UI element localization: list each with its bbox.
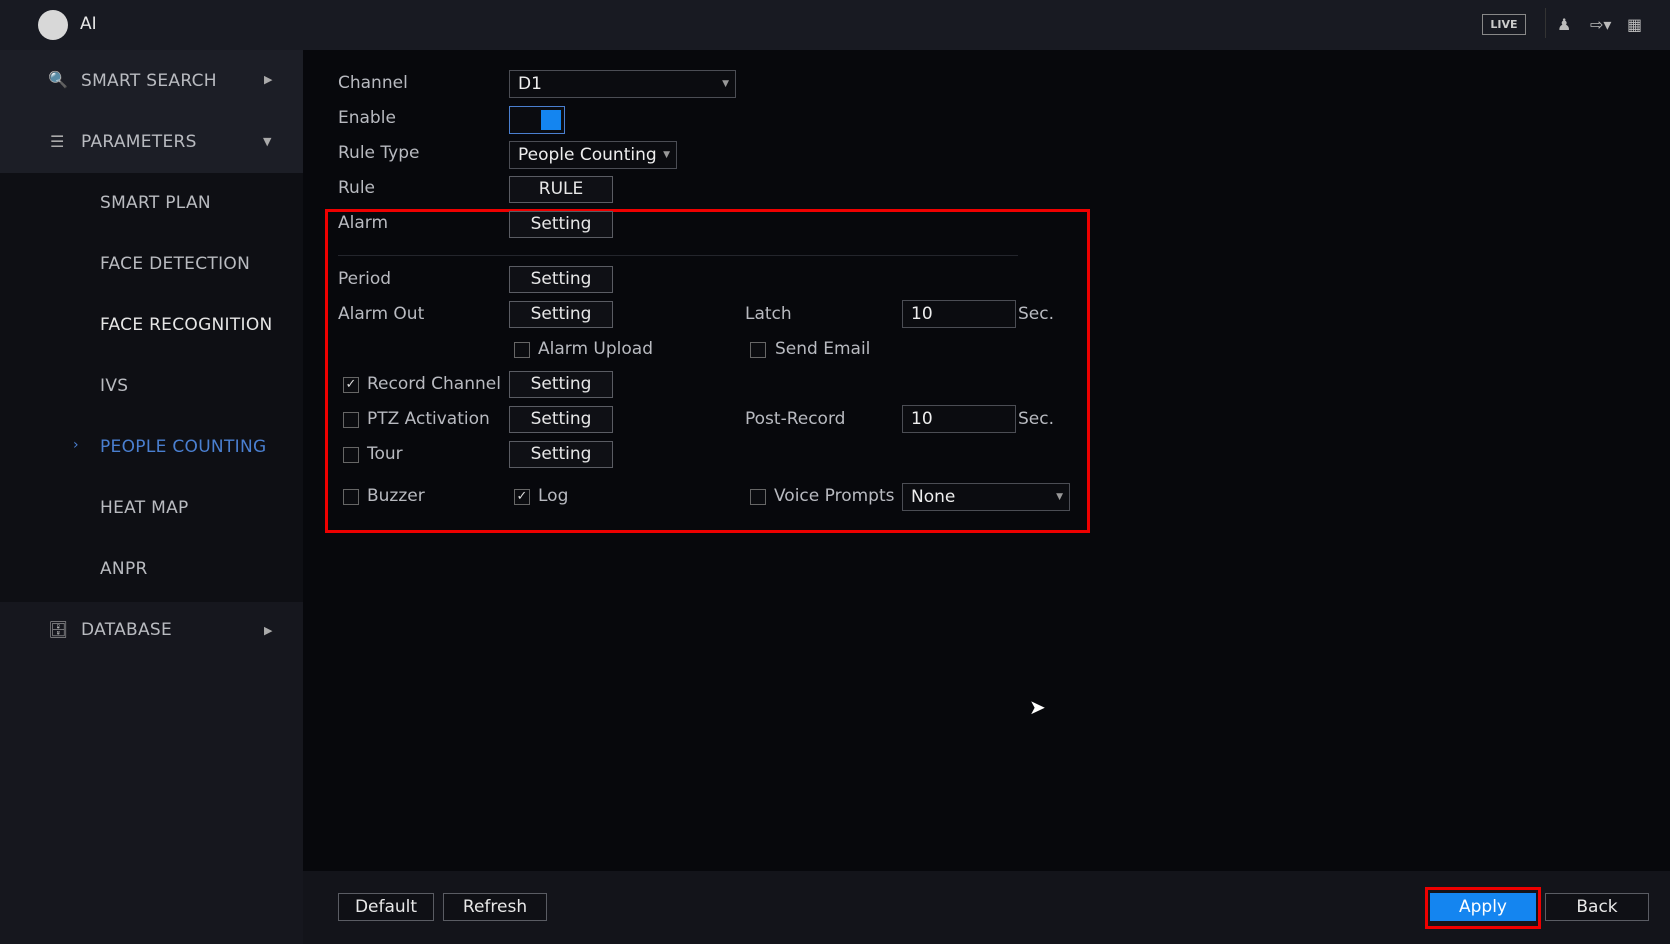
alarm-setting-button[interactable]: Setting [509,211,613,238]
sidebar-item-database[interactable]: DATABASE [81,620,172,640]
period-setting-button[interactable]: Setting [509,266,613,293]
sidebar-item-smart-plan[interactable]: SMART PLAN [100,193,211,213]
alarm-out-setting-button[interactable]: Setting [509,301,613,328]
record-channel-checkbox[interactable]: ✓ [343,377,359,393]
period-label: Period [338,269,392,289]
buzzer-label: Buzzer [367,486,425,506]
live-button[interactable]: LIVE [1482,14,1526,35]
channel-label: Channel [338,73,408,93]
sidebar-item-smart-search[interactable]: SMART SEARCH [81,71,217,91]
tour-setting-button[interactable]: Setting [509,441,613,468]
sidebar-item-people-counting[interactable]: PEOPLE COUNTING [100,437,266,457]
sidebar-item-ivs[interactable]: IVS [100,376,128,396]
tour-checkbox[interactable] [343,447,359,463]
chevron-down-icon[interactable]: ▼ [263,135,271,148]
mouse-cursor-icon: ➤ [1029,695,1046,719]
voice-prompts-label: Voice Prompts [774,486,895,506]
rule-button[interactable]: RULE [509,176,613,203]
voice-prompts-select[interactable]: None ▼ [902,483,1070,511]
enable-toggle[interactable] [509,106,565,134]
logout-icon[interactable]: ⇨▾ [1590,15,1611,34]
grid-icon[interactable]: ▦ [1627,15,1642,34]
database-icon: 🗄 [48,620,69,639]
post-record-unit: Sec. [1018,409,1055,429]
apply-button[interactable]: Apply [1430,893,1536,921]
latch-label: Latch [745,304,792,324]
buzzer-checkbox[interactable] [343,489,359,505]
sidebar-item-heat-map[interactable]: HEAT MAP [100,498,189,518]
alarm-upload-checkbox[interactable] [514,342,530,358]
toggle-knob [541,110,561,130]
ptz-activation-checkbox[interactable] [343,412,359,428]
voice-prompts-value: None [911,487,956,507]
enable-label: Enable [338,108,396,128]
sidebar-item-anpr[interactable]: ANPR [100,559,148,579]
post-record-input[interactable]: 10 [902,405,1016,433]
default-button[interactable]: Default [338,893,434,921]
alarm-label: Alarm [338,213,389,233]
chevron-right-icon[interactable]: ▶ [264,73,272,86]
alarm-out-label: Alarm Out [338,304,425,324]
send-email-label: Send Email [775,339,871,359]
top-bar [0,0,1670,50]
app-title: AI [80,14,97,34]
latch-unit: Sec. [1018,304,1055,324]
channel-value: D1 [518,74,542,94]
rule-type-select[interactable]: People Counting ▼ [509,141,677,169]
sidebar-item-face-detection[interactable]: FACE DETECTION [100,254,250,274]
refresh-button[interactable]: Refresh [443,893,547,921]
user-icon[interactable]: ♟ [1557,15,1571,34]
log-checkbox[interactable]: ✓ [514,489,530,505]
section-divider [338,255,1018,256]
sidebar-top-section [0,50,303,173]
rule-type-value: People Counting [518,145,657,165]
sidebar-item-face-recognition[interactable]: FACE RECOGNITION [100,315,273,335]
ptz-activation-label: PTZ Activation [367,409,490,429]
rule-label: Rule [338,178,376,198]
record-channel-label: Record Channel [367,374,501,394]
voice-prompts-checkbox[interactable] [750,489,766,505]
divider [1545,8,1546,38]
active-indicator-icon: › [73,437,79,453]
channel-select[interactable]: D1 ▼ [509,70,736,98]
record-channel-setting-button[interactable]: Setting [509,371,613,398]
ptz-setting-button[interactable]: Setting [509,406,613,433]
list-icon: ☰ [50,132,65,151]
dropdown-arrow-icon: ▼ [663,150,670,160]
dropdown-arrow-icon: ▼ [722,79,729,89]
back-button[interactable]: Back [1545,893,1649,921]
dropdown-arrow-icon: ▼ [1056,492,1063,502]
sidebar-database-section [0,602,303,944]
smart-search-icon: 🔍 [48,70,68,89]
send-email-checkbox[interactable] [750,342,766,358]
alarm-upload-label: Alarm Upload [538,339,653,359]
ai-logo-icon [38,10,68,40]
rule-type-label: Rule Type [338,143,420,163]
log-label: Log [538,486,569,506]
chevron-right-icon[interactable]: ▶ [264,624,272,637]
tour-label: Tour [367,444,403,464]
sidebar-item-parameters[interactable]: PARAMETERS [81,132,197,152]
post-record-label: Post-Record [745,409,846,429]
latch-input[interactable]: 10 [902,300,1016,328]
